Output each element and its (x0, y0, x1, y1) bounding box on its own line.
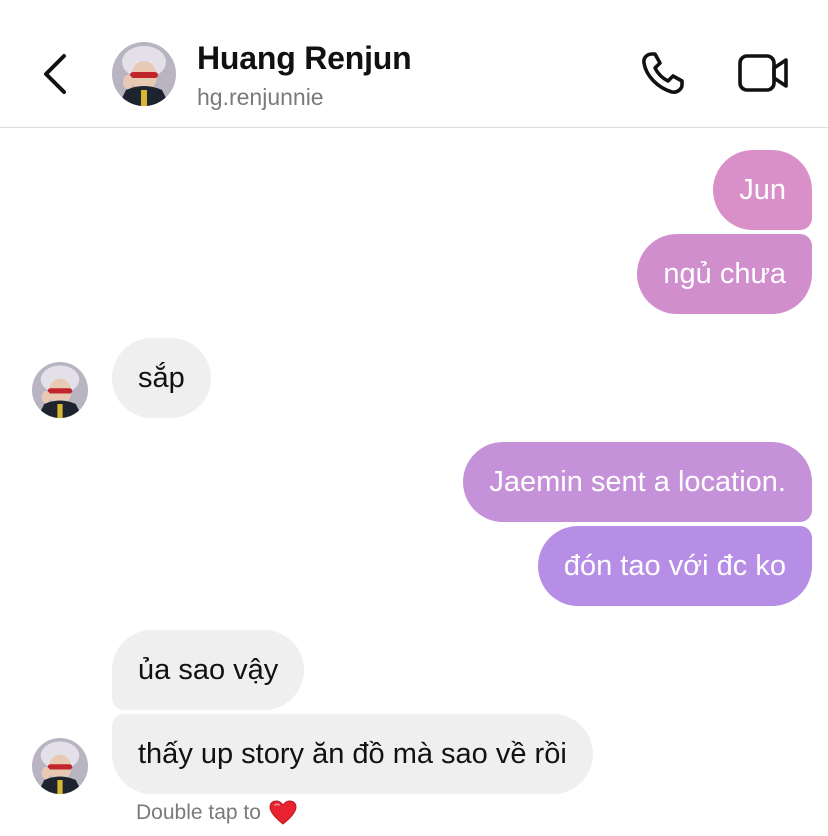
outgoing-message[interactable]: ngủ chưa (637, 234, 812, 314)
message-text: sắp (138, 361, 185, 394)
message-text: thấy up story ăn đồ mà sao về rồi (138, 737, 567, 770)
reaction-hint: Double tap to (136, 800, 297, 826)
outgoing-message[interactable]: Jaemin sent a location. (463, 442, 812, 522)
heart-icon[interactable] (269, 800, 297, 826)
message-text: Jun (739, 173, 786, 206)
chevron-left-icon (44, 54, 66, 94)
sender-avatar[interactable] (32, 738, 88, 794)
video-camera-icon (738, 54, 788, 92)
incoming-message[interactable]: thấy up story ăn đồ mà sao về rồi (112, 714, 593, 794)
back-button[interactable] (34, 48, 78, 100)
message-text: ủa sao vậy (138, 653, 279, 686)
reaction-hint-text: Double tap to (136, 801, 261, 824)
chat-header: Huang Renjun hg.renjunnie (0, 0, 828, 128)
sender-avatar[interactable] (32, 362, 88, 418)
outgoing-message[interactable]: đón tao với đc ko (537, 526, 812, 606)
video-call-button[interactable] (734, 48, 792, 100)
message-text: đón tao với đc ko (563, 549, 786, 582)
contact-handle[interactable]: hg.renjunnie (197, 84, 324, 111)
outgoing-message[interactable]: Jun (713, 150, 812, 230)
message-text: Jaemin sent a location. (489, 465, 786, 498)
phone-icon (642, 52, 684, 94)
audio-call-button[interactable] (636, 48, 692, 100)
incoming-message[interactable]: ủa sao vậy (112, 630, 305, 710)
chat-screen: Huang Renjun hg.renjunnie Jun ngủ chưa s… (0, 0, 828, 836)
contact-name[interactable]: Huang Renjun (197, 40, 412, 77)
incoming-message[interactable]: sắp (112, 338, 211, 418)
contact-avatar[interactable] (112, 42, 176, 106)
message-text: ngủ chưa (663, 257, 786, 290)
